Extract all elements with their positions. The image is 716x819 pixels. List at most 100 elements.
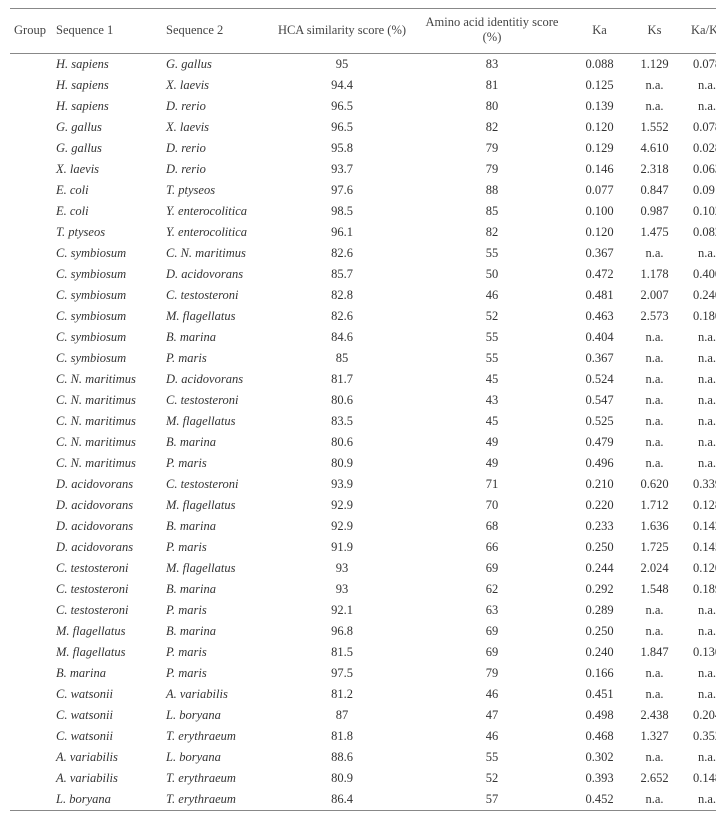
cell-kaks: 0.082 (682, 222, 716, 243)
table-row: X. laevisD. rerio93.7790.1462.3180.063 (10, 159, 716, 180)
cell-seq2: C. testosteroni (162, 390, 272, 411)
cell-aa: 47 (412, 705, 572, 726)
cell-seq2: D. rerio (162, 96, 272, 117)
cell-kaks: 0.102 (682, 201, 716, 222)
cell-kaks: 0.400 (682, 264, 716, 285)
cell-aa: 55 (412, 327, 572, 348)
cell-ks: n.a. (627, 663, 682, 684)
cell-ka: 0.100 (572, 201, 627, 222)
cell-hca: 80.9 (272, 768, 412, 789)
cell-hca: 80.6 (272, 390, 412, 411)
cell-ks: n.a. (627, 684, 682, 705)
cell-ks: 1.327 (627, 726, 682, 747)
cell-hca: 97.5 (272, 663, 412, 684)
cell-ks: n.a. (627, 621, 682, 642)
cell-hca: 82.6 (272, 243, 412, 264)
cell-seq1: B. marina (52, 663, 162, 684)
cell-kaks: 0.145 (682, 537, 716, 558)
cell-kaks: 0.028 (682, 138, 716, 159)
table-row: C. N. maritimusB. marina80.6490.479n.a.n… (10, 432, 716, 453)
cell-seq1: C. watsonii (52, 684, 162, 705)
cell-kaks: 0.339 (682, 474, 716, 495)
cell-hca: 93 (272, 579, 412, 600)
table-row: C. N. maritimusC. testosteroni80.6430.54… (10, 390, 716, 411)
cell-ka: 0.481 (572, 285, 627, 306)
cell-aa: 68 (412, 516, 572, 537)
cell-ka: 0.367 (572, 348, 627, 369)
cell-group (10, 285, 52, 306)
cell-aa: 69 (412, 642, 572, 663)
cell-ka: 0.289 (572, 600, 627, 621)
table-row: D. acidovoransP. maris91.9660.2501.7250.… (10, 537, 716, 558)
table-row: H. sapiensD. rerio96.5800.139n.a.n.a. (10, 96, 716, 117)
cell-aa: 69 (412, 558, 572, 579)
table-row: G. gallusX. laevis96.5820.1201.5520.078 (10, 117, 716, 138)
cell-ka: 0.120 (572, 117, 627, 138)
cell-seq2: B. marina (162, 327, 272, 348)
cell-hca: 81.8 (272, 726, 412, 747)
header-kaks: Ka/Ks (682, 9, 716, 54)
cell-aa: 83 (412, 54, 572, 76)
cell-hca: 87 (272, 705, 412, 726)
cell-kaks: n.a. (682, 348, 716, 369)
cell-seq2: B. marina (162, 579, 272, 600)
cell-ka: 0.292 (572, 579, 627, 600)
cell-kaks: n.a. (682, 789, 716, 811)
cell-kaks: n.a. (682, 684, 716, 705)
cell-hca: 91.9 (272, 537, 412, 558)
cell-seq1: C. symbiosum (52, 243, 162, 264)
header-aa: Amino acid identitiy score (%) (412, 9, 572, 54)
cell-seq1: C. N. maritimus (52, 432, 162, 453)
cell-seq1: X. laevis (52, 159, 162, 180)
cell-seq1: C. N. maritimus (52, 390, 162, 411)
cell-seq2: P. maris (162, 642, 272, 663)
cell-seq2: G. gallus (162, 54, 272, 76)
cell-ks: n.a. (627, 747, 682, 768)
cell-ka: 0.125 (572, 75, 627, 96)
cell-kaks: n.a. (682, 327, 716, 348)
cell-aa: 71 (412, 474, 572, 495)
cell-ka: 0.524 (572, 369, 627, 390)
cell-kaks: 0.240 (682, 285, 716, 306)
cell-seq2: P. maris (162, 348, 272, 369)
table-row: C. watsoniiL. boryana87470.4982.4380.204 (10, 705, 716, 726)
cell-aa: 52 (412, 768, 572, 789)
cell-seq2: D. rerio (162, 159, 272, 180)
cell-hca: 93.9 (272, 474, 412, 495)
cell-group (10, 684, 52, 705)
cell-seq2: Y. enterocolitica (162, 201, 272, 222)
cell-kaks: 0.091 (682, 180, 716, 201)
cell-kaks: n.a. (682, 432, 716, 453)
cell-ks: 1.725 (627, 537, 682, 558)
cell-kaks: 0.130 (682, 642, 716, 663)
cell-hca: 80.6 (272, 432, 412, 453)
cell-ka: 0.525 (572, 411, 627, 432)
cell-aa: 43 (412, 390, 572, 411)
cell-aa: 49 (412, 453, 572, 474)
cell-group (10, 75, 52, 96)
cell-group (10, 495, 52, 516)
cell-ka: 0.088 (572, 54, 627, 76)
cell-group (10, 453, 52, 474)
cell-kaks: 0.352 (682, 726, 716, 747)
table-row: E. coliY. enterocolitica98.5850.1000.987… (10, 201, 716, 222)
cell-ka: 0.463 (572, 306, 627, 327)
cell-seq2: X. laevis (162, 75, 272, 96)
cell-group (10, 117, 52, 138)
cell-ks: n.a. (627, 327, 682, 348)
cell-ka: 0.139 (572, 96, 627, 117)
cell-seq1: H. sapiens (52, 54, 162, 76)
cell-hca: 82.8 (272, 285, 412, 306)
cell-seq2: D. acidovorans (162, 264, 272, 285)
cell-group (10, 96, 52, 117)
cell-group (10, 768, 52, 789)
cell-aa: 79 (412, 159, 572, 180)
cell-seq1: C. testosteroni (52, 600, 162, 621)
cell-ks: 1.712 (627, 495, 682, 516)
cell-seq2: Y. enterocolitica (162, 222, 272, 243)
cell-aa: 55 (412, 243, 572, 264)
cell-seq2: B. marina (162, 432, 272, 453)
cell-kaks: 0.148 (682, 768, 716, 789)
cell-group (10, 705, 52, 726)
cell-seq2: M. flagellatus (162, 306, 272, 327)
